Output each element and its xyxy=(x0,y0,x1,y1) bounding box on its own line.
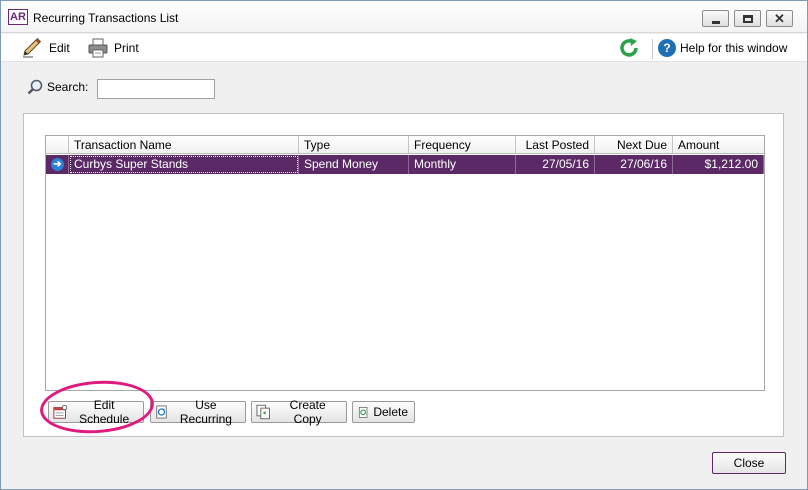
calendar-edit-icon xyxy=(53,404,68,419)
transactions-panel: Transaction Name Type Frequency Last Pos… xyxy=(23,113,784,437)
search-input[interactable] xyxy=(97,79,215,99)
column-header-transaction-name[interactable]: Transaction Name xyxy=(69,136,299,153)
close-icon: ✕ xyxy=(774,11,785,26)
pencil-icon xyxy=(23,38,42,58)
transactions-table: Transaction Name Type Frequency Last Pos… xyxy=(45,135,765,391)
table-header: Transaction Name Type Frequency Last Pos… xyxy=(46,136,764,154)
cell-transaction-name[interactable]: Curbys Super Stands xyxy=(69,155,299,174)
cell-frequency[interactable]: Monthly xyxy=(409,155,516,174)
cell-type[interactable]: Spend Money xyxy=(299,155,409,174)
title-bar: AR Recurring Transactions List ✕ xyxy=(1,1,807,33)
recurring-transactions-window: AR Recurring Transactions List ✕ Edit Pr… xyxy=(0,0,808,490)
edit-toolbar-button[interactable]: Edit xyxy=(21,38,70,58)
use-recurring-label: Use Recurring xyxy=(179,398,232,426)
row-selector-cell[interactable]: ➔ xyxy=(46,155,69,174)
edit-schedule-button[interactable]: Edit Schedule xyxy=(48,398,144,426)
use-recurring-button[interactable]: Use Recurring xyxy=(150,398,246,426)
printer-icon xyxy=(88,38,108,58)
search-icon xyxy=(27,79,43,95)
edit-label: Edit xyxy=(49,41,70,55)
delete-button[interactable]: Delete xyxy=(352,401,415,423)
use-recurring-icon xyxy=(156,405,167,419)
refresh-button[interactable] xyxy=(619,38,641,58)
help-icon: ? xyxy=(658,39,676,57)
help-button[interactable]: ? Help for this window xyxy=(658,38,787,58)
toolbar-divider xyxy=(652,39,653,59)
close-button[interactable]: Close xyxy=(712,452,786,474)
column-header-frequency[interactable]: Frequency xyxy=(409,136,516,153)
print-toolbar-button[interactable]: Print xyxy=(88,38,139,58)
close-window-button[interactable]: ✕ xyxy=(766,10,793,27)
app-logo-icon: AR xyxy=(8,9,28,25)
minimize-button[interactable] xyxy=(702,10,729,27)
search-label: Search: xyxy=(47,80,89,94)
cell-amount[interactable]: $1,212.00 xyxy=(673,155,764,174)
delete-label: Delete xyxy=(373,405,408,419)
column-header-last-posted[interactable]: Last Posted xyxy=(516,136,595,153)
create-copy-label: Create Copy xyxy=(289,398,326,426)
cell-last-posted[interactable]: 27/05/16 xyxy=(516,155,595,174)
header-selector-cell xyxy=(46,136,69,153)
arrow-right-icon: ➔ xyxy=(51,158,64,171)
column-header-type[interactable]: Type xyxy=(299,136,409,153)
copy-icon xyxy=(256,404,270,420)
search-label-group: Search: xyxy=(27,79,88,95)
maximize-icon xyxy=(743,15,753,23)
print-label: Print xyxy=(114,41,139,55)
create-copy-button[interactable]: Create Copy xyxy=(251,398,347,426)
toolbar: Edit Print ? Help for this window xyxy=(1,34,807,62)
cell-next-due[interactable]: 27/06/16 xyxy=(595,155,673,174)
maximize-button[interactable] xyxy=(734,10,761,27)
delete-icon xyxy=(358,406,368,418)
column-header-next-due[interactable]: Next Due xyxy=(595,136,673,153)
column-header-amount[interactable]: Amount xyxy=(673,136,764,153)
window-title: Recurring Transactions List xyxy=(33,11,179,25)
minimize-icon xyxy=(712,21,720,24)
refresh-icon xyxy=(620,38,638,57)
edit-schedule-label: Edit Schedule xyxy=(79,398,130,426)
table-row[interactable]: ➔ Curbys Super Stands Spend Money Monthl… xyxy=(46,155,764,174)
help-label: Help for this window xyxy=(680,41,788,55)
